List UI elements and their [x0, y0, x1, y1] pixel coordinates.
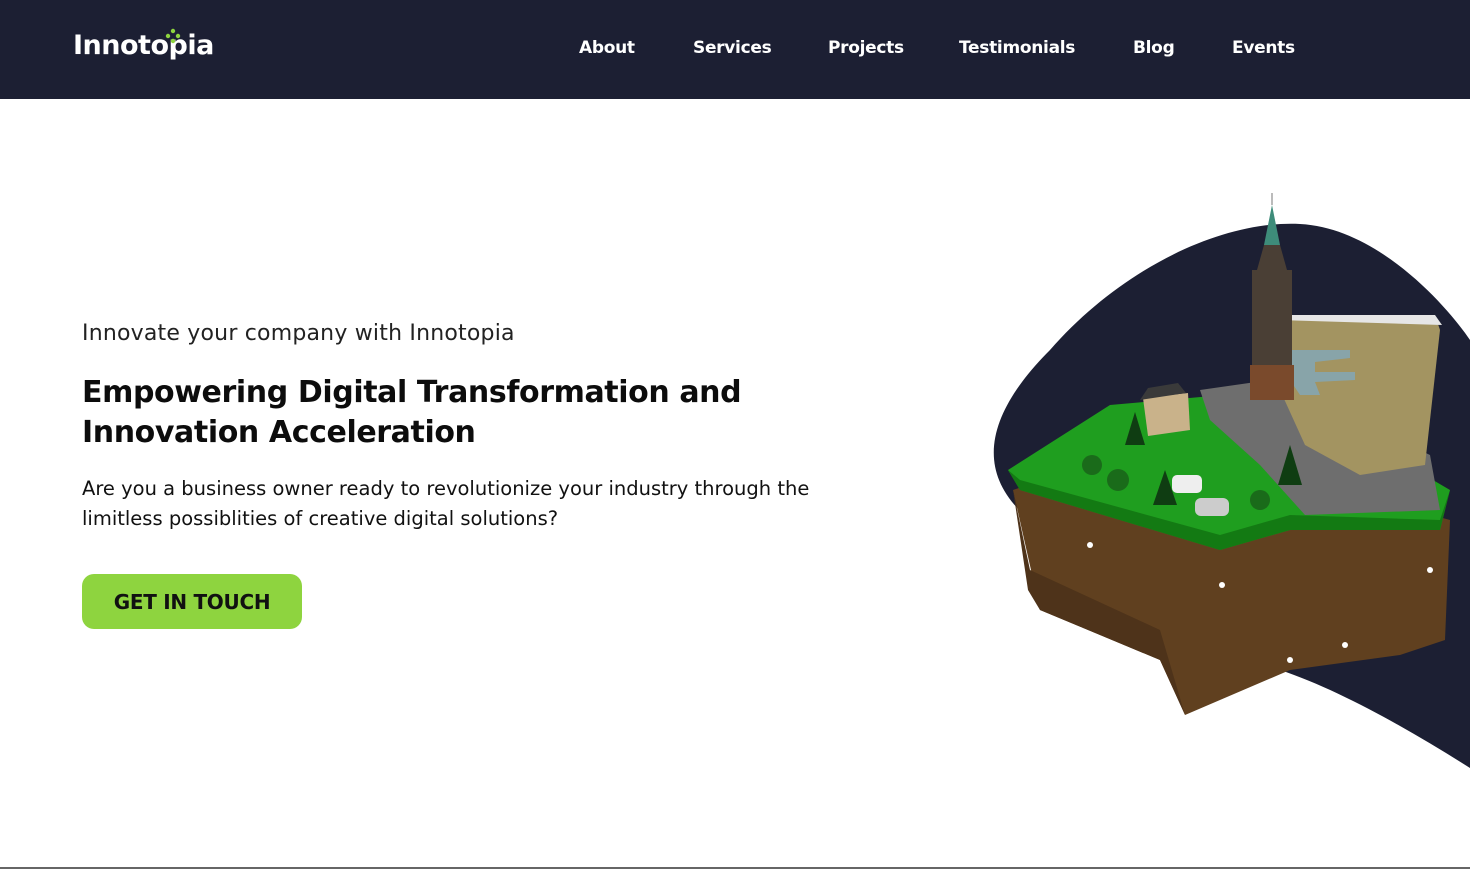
hero-description: Are you a business owner ready to revolu… [82, 474, 842, 534]
nav-blog[interactable]: Blog [1133, 38, 1175, 58]
top-navbar: Innotopia About Services Projects Testim… [0, 0, 1470, 99]
nav-services[interactable]: Services [693, 38, 772, 58]
hero-description-line-2: limitless possiblities of creative digit… [82, 507, 559, 530]
nav-testimonials[interactable]: Testimonials [959, 38, 1075, 58]
landing-page: Innotopia About Services Projects Testim… [0, 0, 1470, 869]
nav-events[interactable]: Events [1232, 38, 1295, 58]
nav-projects[interactable]: Projects [828, 38, 904, 58]
farmhouse-shape [1143, 393, 1190, 436]
hero-headline-line-2: Innovation Acceleration [82, 415, 476, 450]
get-in-touch-button[interactable]: GET IN TOUCH [82, 574, 302, 629]
logo[interactable]: Innotopia [73, 30, 214, 61]
logo-text: Innotopia [73, 30, 214, 61]
hero-headline: Empowering Digital Transformation and In… [82, 373, 782, 453]
hero-headline-line-1: Empowering Digital Transformation and [82, 375, 742, 410]
hero-tagline: Innovate your company with Innotopia [82, 321, 515, 346]
floating-island-city-illustration [993, 193, 1470, 768]
nav-about[interactable]: About [579, 38, 635, 58]
logo-dots-icon [165, 28, 181, 44]
hero-description-line-1: Are you a business owner ready to revolu… [82, 477, 810, 500]
